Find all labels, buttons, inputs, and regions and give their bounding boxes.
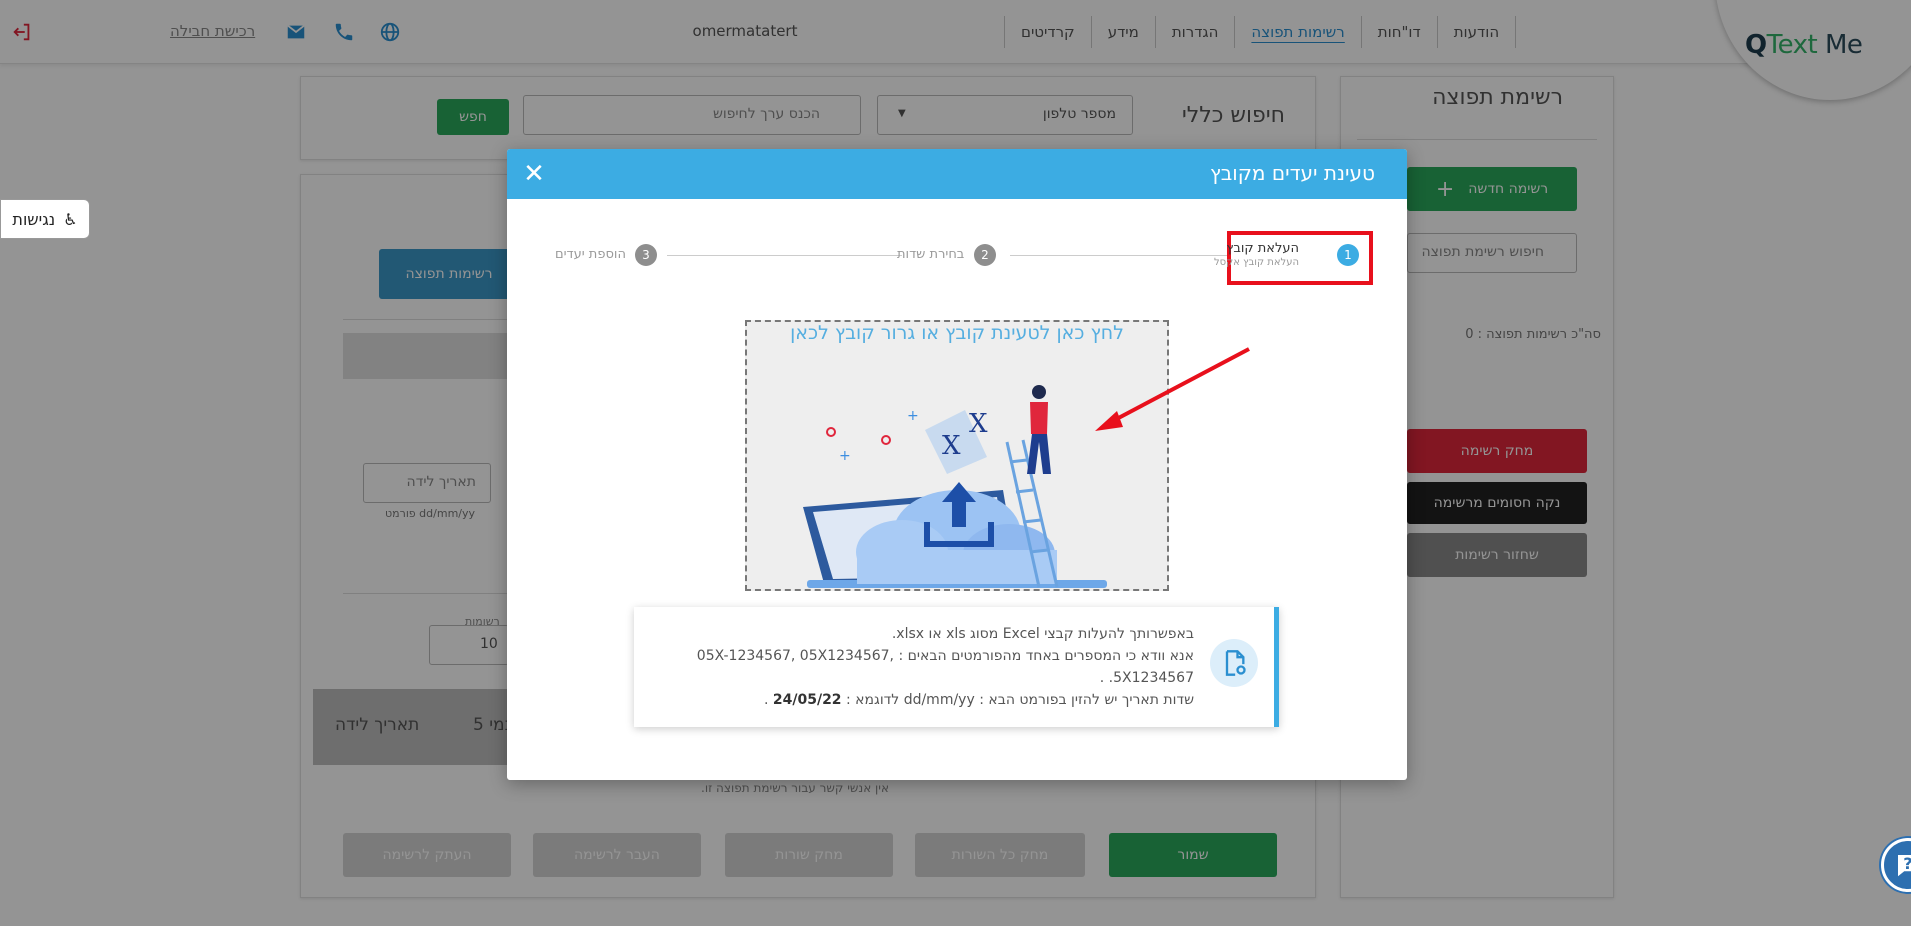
close-icon[interactable]: ✕ bbox=[519, 159, 549, 189]
svg-text:X: X bbox=[942, 431, 961, 461]
annotation-arrow bbox=[1095, 347, 1250, 431]
step-3-label: הוספת יעדים bbox=[555, 247, 626, 262]
upload-instructions: באפשרותך להעלות קבצי Excel מסוג xls או x… bbox=[634, 607, 1279, 727]
instructions-text: באפשרותך להעלות קבצי Excel מסוג xls או x… bbox=[664, 623, 1194, 711]
svg-text:+: + bbox=[839, 448, 851, 464]
step-2-badge[interactable]: 2 bbox=[974, 244, 996, 266]
step-1-sublabel: העלאת קובץ אקסל bbox=[1213, 257, 1299, 268]
file-settings-icon bbox=[1210, 639, 1258, 687]
instruction-line-2: אנא וודא כי המספרים באחד מהפורמטים הבאים… bbox=[696, 648, 1194, 686]
instruction-line-1: באפשרותך להעלות קבצי Excel מסוג xls או x… bbox=[891, 626, 1194, 642]
svg-text:X: X bbox=[969, 409, 988, 439]
stepper-line bbox=[667, 255, 902, 256]
modal-header: טעינת יעדים מקובץ ✕ bbox=[507, 149, 1407, 199]
upload-modal: טעינת יעדים מקובץ ✕ 1 העלאת קובץ העלאת ק… bbox=[507, 149, 1407, 780]
svg-text:?: ? bbox=[1903, 854, 1911, 873]
step-1-badge[interactable]: 1 bbox=[1337, 244, 1359, 266]
svg-text:+: + bbox=[907, 408, 919, 424]
wheelchair-icon: ♿ bbox=[63, 209, 78, 229]
step-1-label: העלאת קובץ bbox=[1226, 241, 1299, 256]
question-icon: ? bbox=[1898, 854, 1911, 877]
step-3-badge[interactable]: 3 bbox=[635, 244, 657, 266]
step-2-label: בחירת שדות bbox=[897, 247, 965, 262]
instruction-line-3: שדות תאריך יש להזין בפורמט הבא : dd/mm/y… bbox=[763, 692, 1194, 708]
accessibility-button[interactable]: נגישות ♿ bbox=[0, 199, 90, 239]
modal-title: טעינת יעדים מקובץ bbox=[1209, 161, 1375, 185]
